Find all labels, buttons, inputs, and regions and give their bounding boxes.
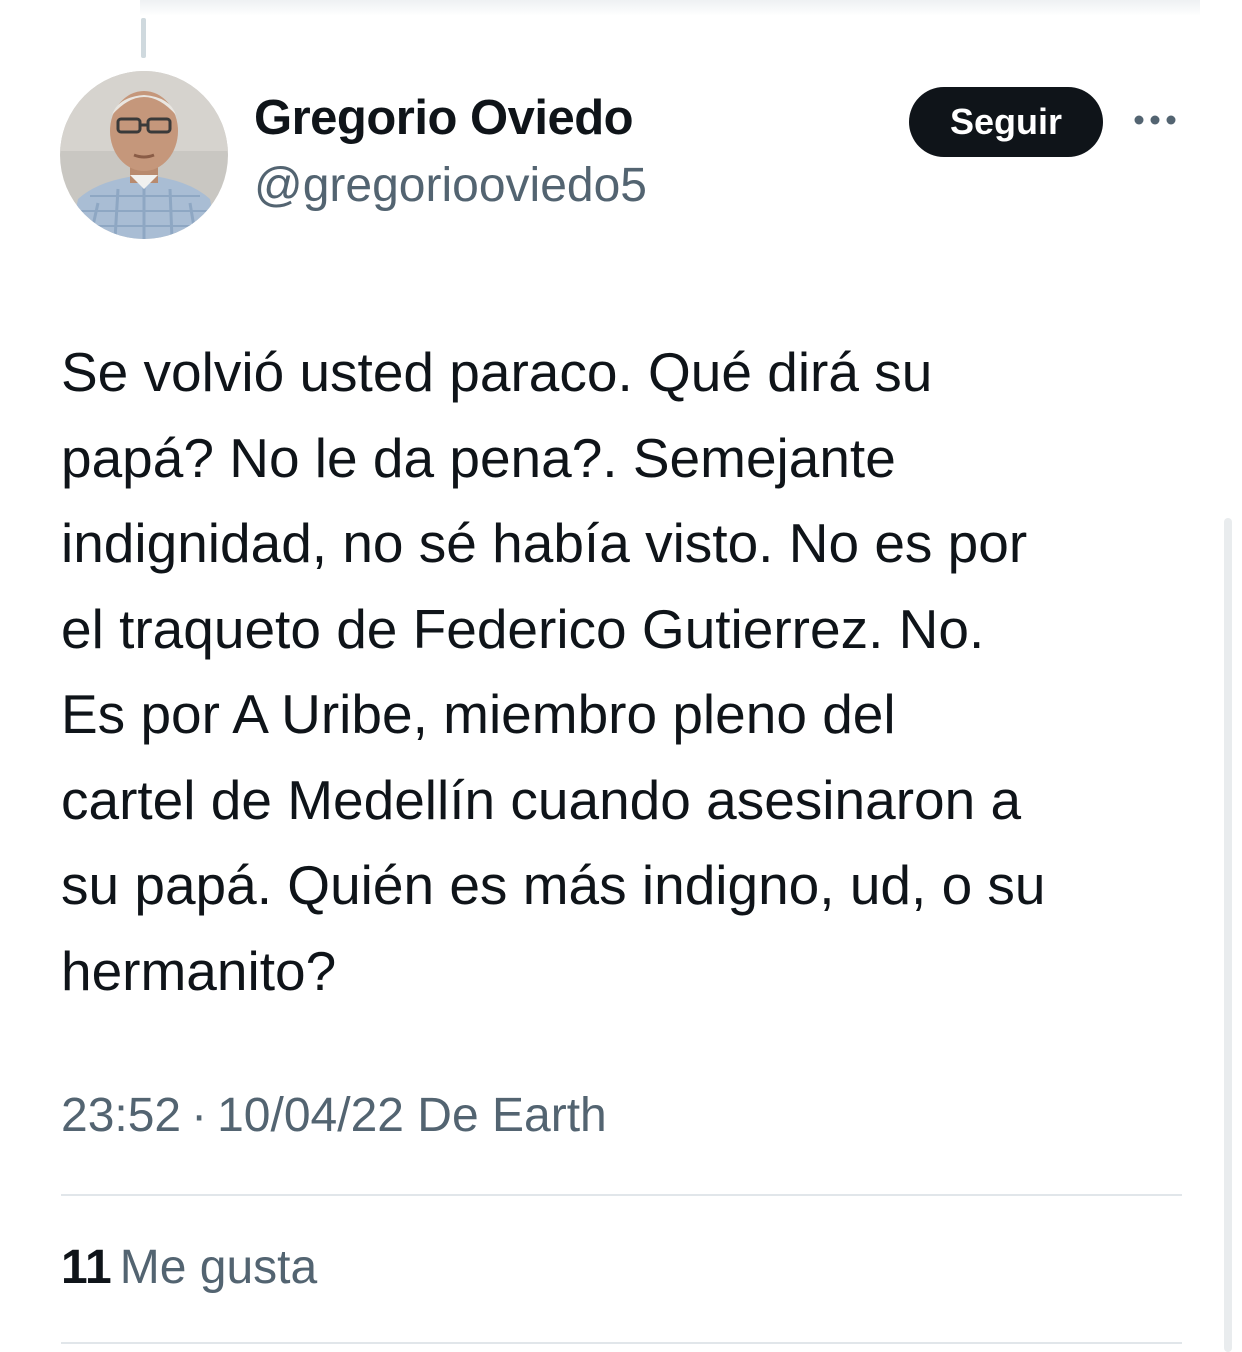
tweet-meta: 23:52 · 10/04/22 De Earth — [61, 1088, 607, 1143]
more-horizontal-icon — [1133, 113, 1177, 131]
user-handle[interactable]: @gregoriooviedo5 — [254, 158, 647, 213]
more-options-button[interactable] — [1127, 100, 1183, 144]
divider-bottom — [61, 1342, 1182, 1344]
tweet-source: De Earth — [417, 1089, 607, 1142]
top-fade — [140, 0, 1200, 16]
divider — [61, 1194, 1182, 1196]
follow-button[interactable]: Seguir — [909, 87, 1103, 157]
meta-separator: · — [191, 1089, 208, 1142]
display-name[interactable]: Gregorio Oviedo — [254, 90, 634, 146]
avatar[interactable] — [60, 71, 228, 239]
tweet-time[interactable]: 23:52 — [61, 1089, 181, 1142]
likes-count: 11 — [61, 1241, 112, 1294]
tweet-date[interactable]: 10/04/22 — [217, 1089, 404, 1142]
scrollbar[interactable] — [1224, 518, 1232, 1352]
likes-stat[interactable]: 11 Me gusta — [61, 1240, 317, 1295]
thread-line — [141, 18, 146, 58]
tweet-text: Se volvió usted paraco. Qué dirá su papá… — [61, 341, 1046, 1002]
likes-label: Me gusta — [119, 1241, 318, 1294]
